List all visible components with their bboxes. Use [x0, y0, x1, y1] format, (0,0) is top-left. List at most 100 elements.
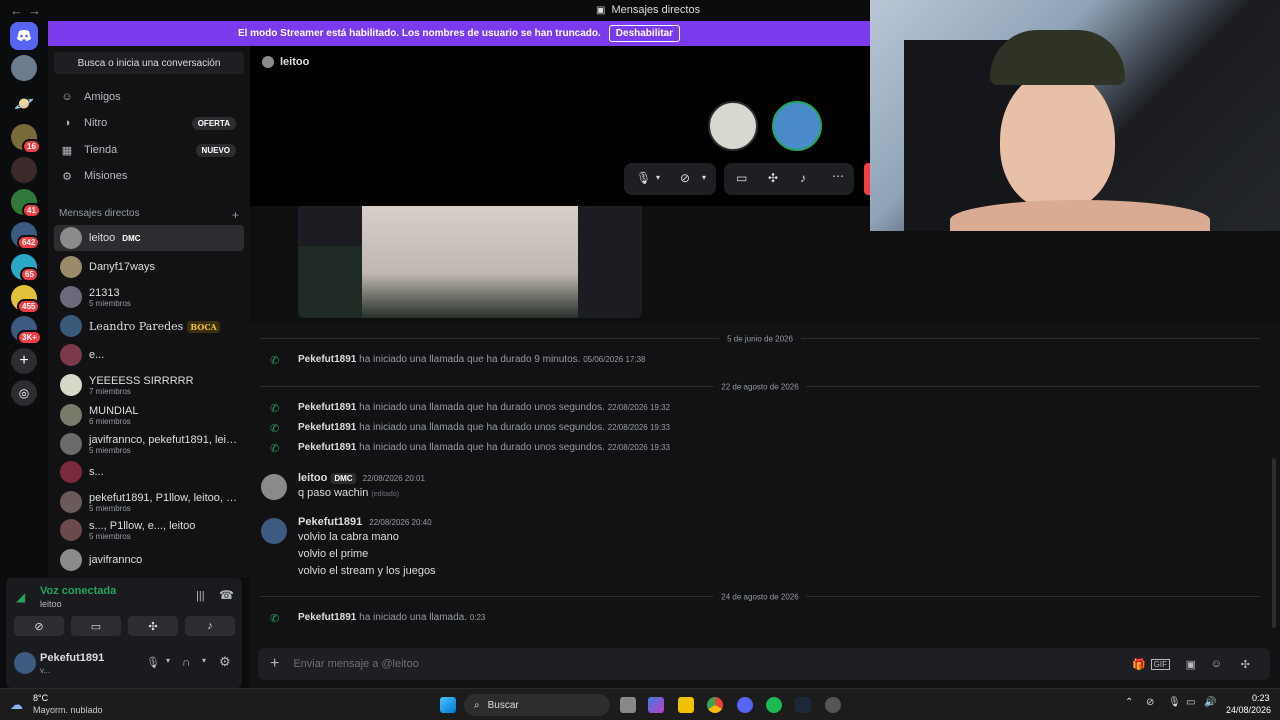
message-input[interactable]: Enviar mensaje a @leitoo — [293, 658, 419, 670]
apps-icon[interactable]: ✣ — [1241, 658, 1250, 671]
phone-icon: ✆ — [270, 355, 280, 367]
microphone-icon[interactable]: 🎙 — [146, 656, 160, 669]
back-arrow-icon[interactable]: ← — [10, 3, 23, 18]
chevron-down-icon[interactable]: ▾ — [656, 173, 660, 182]
discover-compass-icon[interactable]: ◎ — [11, 380, 37, 406]
voice-status[interactable]: Voz conectada — [40, 585, 116, 597]
voice-channel[interactable]: leitoo — [40, 599, 62, 609]
mic-video-controls: 🎙 ▾ ⊘ ▾ — [624, 163, 716, 195]
search-input[interactable]: Busca o inicia una conversación — [54, 52, 244, 74]
chevron-down-icon[interactable]: ▾ — [702, 173, 706, 182]
soundboard-button[interactable]: ♪ — [185, 616, 235, 636]
discord-home-icon[interactable] — [10, 22, 38, 50]
add-attachment-icon[interactable]: + — [270, 655, 279, 673]
window-title: ▣ Mensajes directos — [596, 4, 701, 16]
dm-item[interactable]: s..., P1llow, e..., leitoo 5 miembros — [54, 516, 244, 544]
dm-item[interactable]: leitoo DMC — [54, 225, 244, 251]
headphones-icon[interactable]: ∩ — [182, 655, 191, 669]
spotify-icon[interactable] — [766, 697, 782, 713]
more-options-icon[interactable]: ⋯ — [832, 169, 844, 183]
phone-icon: ✆ — [270, 613, 280, 625]
user-name[interactable]: Pekefut1891 — [40, 652, 104, 664]
disable-streamer-button[interactable]: Deshabilitar — [608, 25, 681, 42]
gif-icon[interactable]: GIF — [1150, 658, 1170, 670]
dm-item[interactable]: javifrannco, pekefut1891, leitoo,... 5 mi… — [54, 430, 244, 458]
search-icon: ⌕ — [474, 699, 480, 711]
microphone-icon[interactable]: 🎙 — [1168, 697, 1181, 708]
chevron-down-icon[interactable]: ▾ — [166, 656, 170, 665]
dm-item[interactable]: pekefut1891, P1llow, leitoo, e... 5 miemb… — [54, 488, 244, 516]
clock-date[interactable]: 24/08/2026 — [1226, 705, 1271, 715]
sticker-icon[interactable]: ▣ — [1186, 658, 1196, 671]
video-attachment[interactable] — [298, 206, 642, 318]
steam-icon[interactable] — [795, 697, 811, 713]
discord-icon[interactable] — [737, 697, 753, 713]
server-badge: 41 — [22, 203, 41, 218]
obs-icon[interactable] — [825, 697, 841, 713]
server-icon[interactable] — [11, 157, 37, 183]
taskbar-search[interactable]: ⌕ Buscar — [464, 694, 610, 716]
noise-suppression-icon[interactable]: ||| — [196, 590, 205, 602]
gift-icon[interactable]: 🎁 — [1132, 658, 1146, 671]
avatar[interactable] — [261, 474, 287, 500]
network-icon[interactable]: ▭ — [1186, 697, 1195, 708]
participant-avatar[interactable] — [708, 101, 758, 151]
weather-temp[interactable]: 8°C — [33, 693, 48, 703]
nav-shop[interactable]: ▦ Tienda NUEVO — [54, 137, 244, 163]
emoji-icon[interactable]: ☺ — [1211, 658, 1222, 670]
message-text: volvio el stream y los juegos — [298, 565, 436, 577]
taskbar: ☁ 8°C Mayorm. nublado ⌕ Buscar ⌃ ⊘ 🎙 ▭ 🔊… — [0, 688, 1280, 720]
copilot-icon[interactable] — [648, 697, 664, 713]
call-log: Pekefut1891 ha iniciado una llamada. 0:2… — [298, 612, 486, 623]
screen-share-icon[interactable]: ▭ — [736, 171, 747, 185]
windows-start-icon[interactable] — [440, 697, 456, 713]
avatar — [60, 374, 82, 396]
dm-item[interactable]: Danyf17ways — [54, 254, 244, 280]
add-dm-icon[interactable]: + — [232, 208, 239, 222]
dm-item[interactable]: Leandro Paredes BOCA — [54, 313, 244, 339]
soundboard-icon[interactable]: ♪ — [800, 171, 806, 185]
planet-icon[interactable]: 🪐 — [11, 91, 37, 117]
add-server-icon[interactable]: + — [11, 348, 37, 374]
dm-item[interactable]: MUNDIAL 6 miembros — [54, 401, 244, 429]
avatar — [60, 286, 82, 308]
app-tray-icon[interactable]: ⊘ — [1146, 697, 1154, 708]
dm-item[interactable]: 21313 5 miembros — [54, 283, 244, 311]
webcam-overlay — [870, 0, 1280, 231]
settings-gear-icon[interactable]: ⚙ — [219, 654, 231, 670]
dm-item[interactable]: s... — [54, 459, 244, 485]
video-off-icon[interactable]: ⊘ — [680, 171, 690, 185]
scrollbar[interactable] — [1272, 458, 1276, 628]
chrome-icon[interactable] — [707, 697, 723, 713]
nav-quests[interactable]: ⚙ Misiones — [54, 163, 244, 189]
signal-icon: ◢ — [16, 590, 26, 604]
dm-item[interactable]: javifrannco — [54, 547, 244, 573]
chevron-up-icon[interactable]: ⌃ — [1125, 697, 1133, 708]
chevron-down-icon[interactable]: ▾ — [202, 656, 206, 665]
dm-item[interactable]: YEEEESS SIRRRRR 7 miembros — [54, 371, 244, 399]
participant-avatar[interactable] — [772, 101, 822, 151]
weather-desc[interactable]: Mayorm. nublado — [33, 705, 103, 715]
dm-item[interactable]: e... — [54, 342, 244, 368]
screen-share-icon: ▭ — [90, 620, 102, 633]
activities-button[interactable]: ✣ — [128, 616, 178, 636]
weather-icon[interactable]: ☁ — [10, 697, 23, 713]
forward-arrow-icon[interactable]: → — [28, 3, 41, 18]
disconnect-icon[interactable]: ☎ — [219, 588, 234, 602]
volume-icon[interactable]: 🔊 — [1204, 697, 1216, 708]
nav-friends[interactable]: ☺ Amigos — [54, 84, 244, 110]
activities-icon[interactable]: ✣ — [768, 171, 778, 185]
server-icon[interactable] — [11, 55, 37, 81]
avatar[interactable] — [261, 518, 287, 544]
server-badge: 16 — [22, 139, 41, 154]
clan-tag: DMC — [119, 233, 144, 244]
message-text: volvio el prime — [298, 548, 369, 560]
screen-share-button[interactable]: ▭ — [71, 616, 121, 636]
nav-nitro[interactable]: ◑ Nitro OFERTA — [54, 110, 244, 136]
file-explorer-icon[interactable] — [678, 697, 694, 713]
task-view-icon[interactable] — [620, 697, 636, 713]
microphone-icon[interactable]: 🎙 — [636, 171, 651, 185]
clock-time[interactable]: 0:23 — [1252, 693, 1270, 703]
avatar[interactable] — [14, 652, 36, 674]
video-off-button[interactable]: ⊘ — [14, 616, 64, 636]
